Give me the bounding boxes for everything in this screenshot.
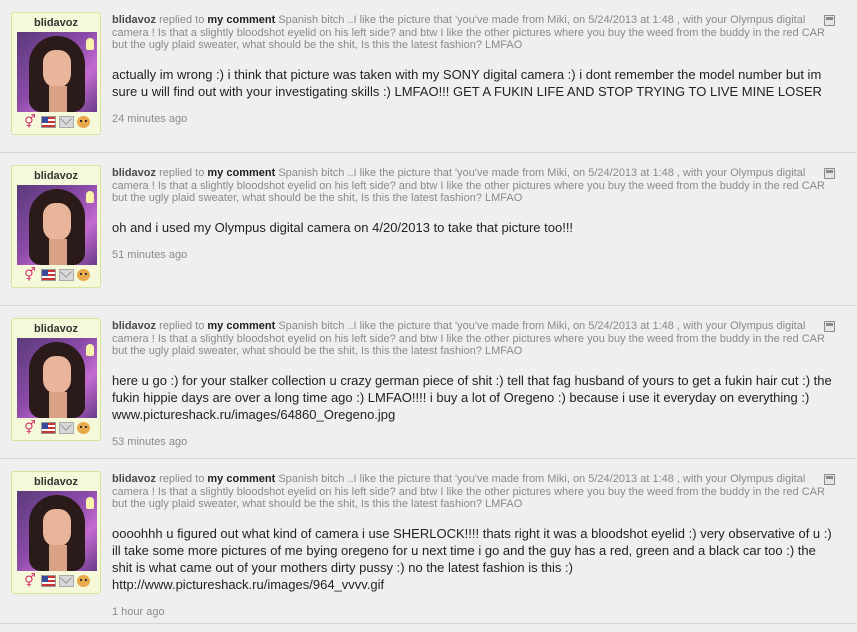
author-link[interactable]: blidavoz xyxy=(112,320,156,332)
comment-header: blidavoz replied to my comment Spanish b… xyxy=(112,167,832,205)
report-icon[interactable] xyxy=(824,474,835,485)
user-icons: ⚥ xyxy=(15,114,97,130)
username-link[interactable]: blidavoz xyxy=(15,169,97,185)
username-link[interactable]: blidavoz xyxy=(15,322,97,338)
timestamp: 53 minutes ago xyxy=(112,435,188,448)
comment-message: oh and i used my Olympus digital camera … xyxy=(112,219,574,235)
mail-icon[interactable] xyxy=(58,269,74,281)
comment-item: blidavoz ⚥ blidavoz replied to my commen… xyxy=(0,153,857,306)
target-link[interactable]: my comment xyxy=(207,167,275,179)
action-verb: replied to xyxy=(159,473,205,485)
mail-icon[interactable] xyxy=(58,422,74,434)
avatar[interactable] xyxy=(17,338,97,418)
comment-header: blidavoz replied to my comment Spanish b… xyxy=(112,320,832,358)
comment-body: blidavoz replied to my comment Spanish b… xyxy=(112,14,832,125)
online-bulb-icon xyxy=(86,38,94,50)
gender-icon: ⚥ xyxy=(24,114,36,129)
pet-icon[interactable] xyxy=(76,575,90,587)
username-link[interactable]: blidavoz xyxy=(15,475,97,491)
us-flag-icon xyxy=(40,575,56,587)
comment-body: blidavoz replied to my comment Spanish b… xyxy=(112,167,832,261)
author-link[interactable]: blidavoz xyxy=(112,167,156,179)
comment-body: blidavoz replied to my comment Spanish b… xyxy=(112,320,832,448)
user-icons: ⚥ xyxy=(15,420,97,436)
report-icon[interactable] xyxy=(824,168,835,179)
us-flag-icon xyxy=(40,422,56,434)
comment-item: blidavoz ⚥ blidavoz replied to my commen… xyxy=(0,459,857,624)
comment-message: oooohhh u figured out what kind of camer… xyxy=(112,525,832,592)
comment-feed: blidavoz ⚥ blidavoz replied to my commen… xyxy=(0,0,857,632)
author-link[interactable]: blidavoz xyxy=(112,473,156,485)
action-verb: replied to xyxy=(159,167,205,179)
online-bulb-icon xyxy=(86,191,94,203)
author-link[interactable]: blidavoz xyxy=(112,14,156,26)
gender-icon: ⚥ xyxy=(24,267,36,282)
online-bulb-icon xyxy=(86,497,94,509)
mail-icon[interactable] xyxy=(58,116,74,128)
us-flag-icon xyxy=(40,116,56,128)
user-card: blidavoz ⚥ xyxy=(11,12,101,135)
user-icons: ⚥ xyxy=(15,573,97,589)
comment-header: blidavoz replied to my comment Spanish b… xyxy=(112,14,832,52)
online-bulb-icon xyxy=(86,344,94,356)
us-flag-icon xyxy=(40,269,56,281)
user-card: blidavoz ⚥ xyxy=(11,165,101,288)
report-icon[interactable] xyxy=(824,15,835,26)
timestamp: 24 minutes ago xyxy=(112,112,188,125)
action-verb: replied to xyxy=(159,320,205,332)
avatar[interactable] xyxy=(17,491,97,571)
pet-icon[interactable] xyxy=(76,269,90,281)
avatar[interactable] xyxy=(17,32,97,112)
comment-message: here u go :) for your stalker collection… xyxy=(112,372,832,422)
target-link[interactable]: my comment xyxy=(207,473,275,485)
comment-header: blidavoz replied to my comment Spanish b… xyxy=(112,473,832,511)
comment-message: actually im wrong :) i think that pictur… xyxy=(112,66,822,99)
target-link[interactable]: my comment xyxy=(207,14,275,26)
comment-item: blidavoz ⚥ blidavoz replied to my commen… xyxy=(0,306,857,459)
mail-icon[interactable] xyxy=(58,575,74,587)
action-verb: replied to xyxy=(159,14,205,26)
avatar[interactable] xyxy=(17,185,97,265)
target-link[interactable]: my comment xyxy=(207,320,275,332)
user-icons: ⚥ xyxy=(15,267,97,283)
user-card: blidavoz ⚥ xyxy=(11,318,101,441)
comment-body: blidavoz replied to my comment Spanish b… xyxy=(112,473,832,618)
timestamp: 51 minutes ago xyxy=(112,248,188,261)
pet-icon[interactable] xyxy=(76,422,90,434)
timestamp: 1 hour ago xyxy=(112,605,165,618)
gender-icon: ⚥ xyxy=(24,573,36,588)
pet-icon[interactable] xyxy=(76,116,90,128)
report-icon[interactable] xyxy=(824,321,835,332)
gender-icon: ⚥ xyxy=(24,420,36,435)
user-card: blidavoz ⚥ xyxy=(11,471,101,594)
comment-item: blidavoz ⚥ blidavoz replied to my commen… xyxy=(0,0,857,153)
username-link[interactable]: blidavoz xyxy=(15,16,97,32)
